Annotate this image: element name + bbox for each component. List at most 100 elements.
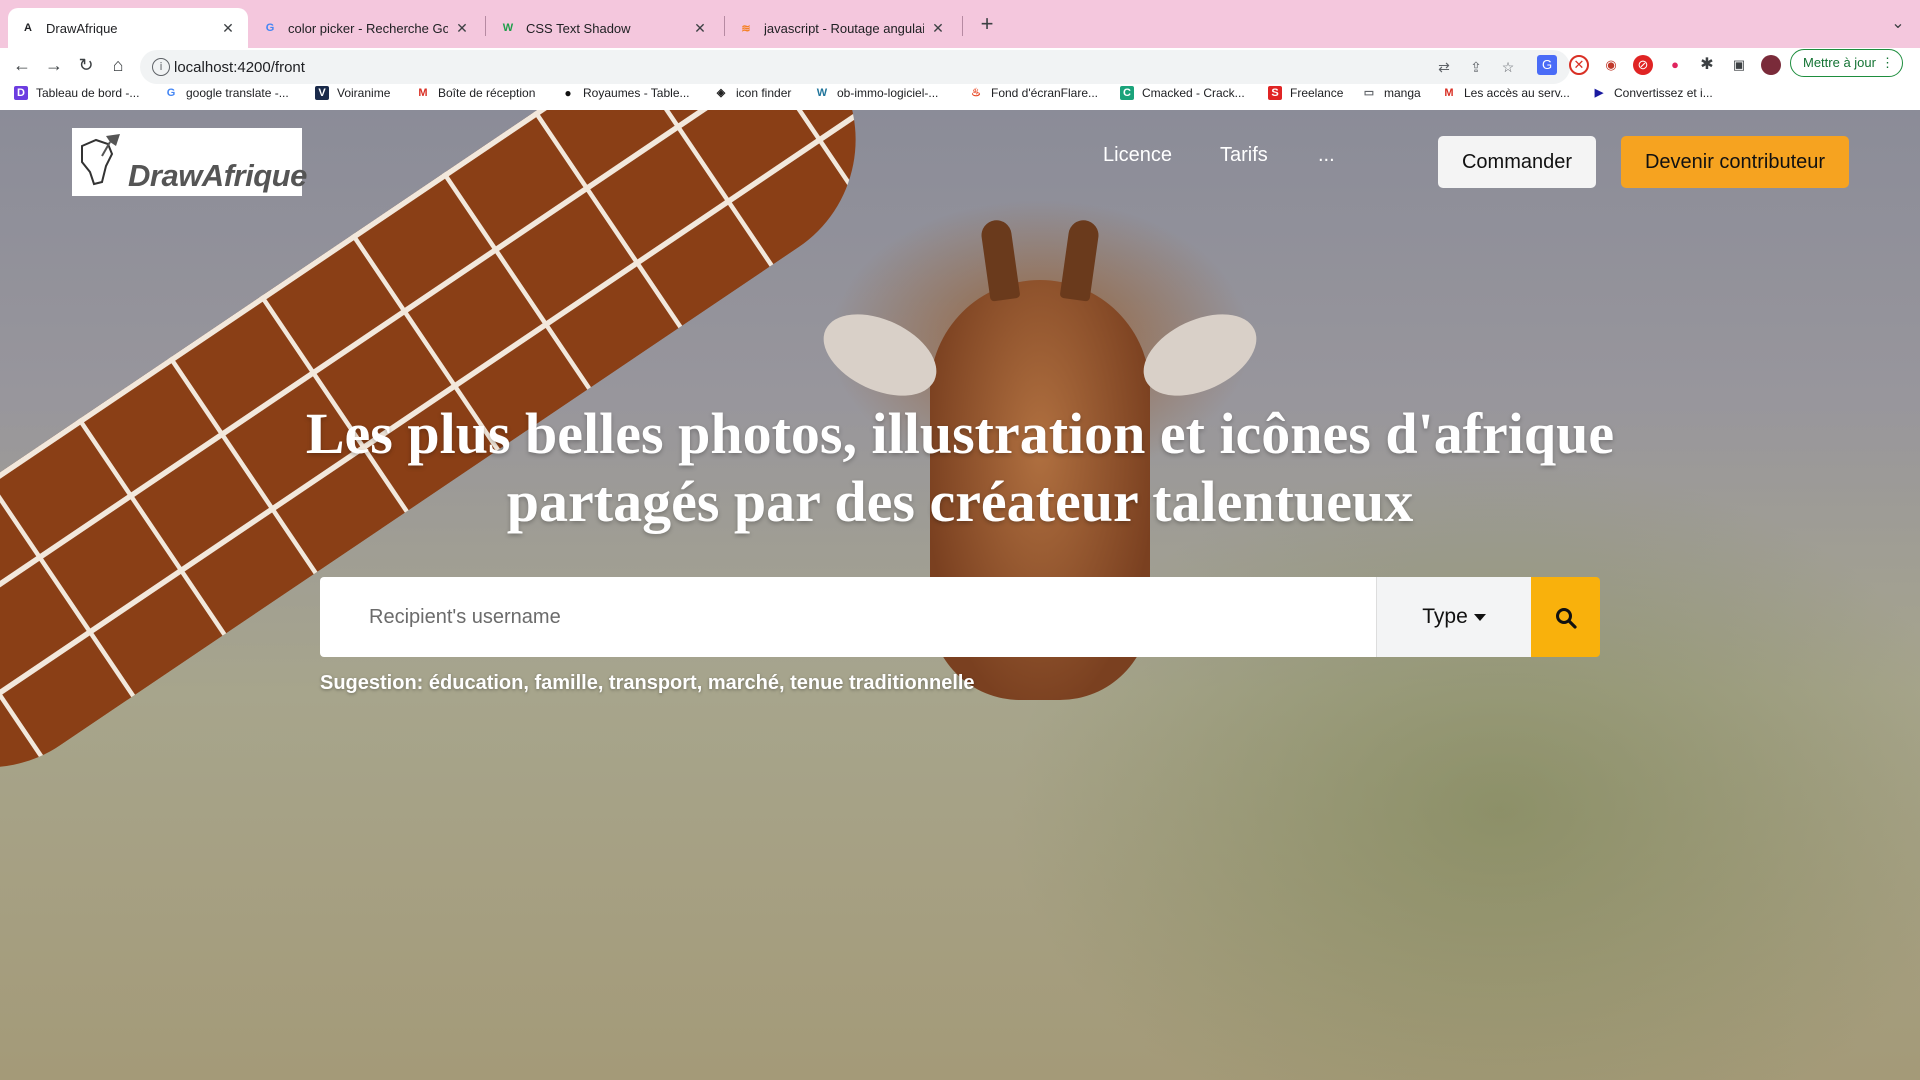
close-icon[interactable]: ✕ [692,20,708,37]
gmail-icon: M [418,87,428,99]
forward-arrow-icon[interactable]: → [40,51,68,79]
new-tab-button[interactable]: + [974,12,1000,38]
nav-more-menu[interactable]: ... [1318,144,1335,167]
tab-separator [724,16,725,36]
chevron-down-icon[interactable]: ⌄ [1886,12,1910,36]
tab-title: CSS Text Shadow [526,20,631,36]
more-vertical-icon[interactable]: ⋮ [1881,50,1894,76]
gmail-icon: M [1444,87,1454,99]
angular-icon: A [24,22,32,34]
bookmark-item[interactable]: G google translate -... [164,86,289,100]
logo-text: DrawAfrique [128,158,307,193]
google-icon: G [265,22,275,34]
close-icon[interactable]: ✕ [454,20,470,37]
tab-title: javascript - Routage angulaire [764,20,924,36]
wordpress-icon: W [816,87,828,99]
convert-icon: ▶ [1594,87,1604,99]
bookmark-label: icon finder [736,86,792,100]
translate-icon[interactable]: ⇄ [1434,57,1454,77]
address-bar[interactable]: i localhost:4200/front ⇄ ⇪ ☆ [140,50,1570,84]
adblock-extension-icon[interactable]: ⊘ [1633,55,1653,75]
bookmark-label: Convertissez et i... [1614,86,1713,100]
hero-headline: Les plus belles photos, illustration et … [300,400,1620,536]
bookmark-label: Freelance [1290,86,1344,100]
star-icon[interactable]: ☆ [1498,57,1518,77]
tab-separator [485,16,486,36]
record-extension-icon[interactable]: ● [1665,55,1685,75]
dashboard-icon: D [14,86,28,100]
bookmark-item[interactable]: C Cmacked - Crack... [1120,86,1245,100]
google-icon: G [166,87,176,99]
tab-strip: A DrawAfrique ✕ G color picker - Recherc… [0,0,1920,48]
bookmark-item[interactable]: ♨ Fond d'écranFlare... [969,86,1098,100]
hero-headline-line1: Les plus belles photos, illustration et … [305,401,1615,466]
bookmark-label: Royaumes - Table... [583,86,690,100]
bookmark-item[interactable]: ◈ icon finder [714,86,792,100]
flame-icon: ♨ [971,87,981,99]
tab-separator [962,16,963,36]
close-icon[interactable]: ✕ [930,20,946,37]
tab-javascript[interactable]: ≋ javascript - Routage angulaire ✕ [726,8,958,48]
tab-css-text-shadow[interactable]: W CSS Text Shadow ✕ [488,8,720,48]
commander-button[interactable]: Commander [1438,136,1596,188]
stackoverflow-icon: ≋ [741,22,751,35]
bookmark-label: Boîte de réception [438,86,536,100]
nav-link-tarifs[interactable]: Tarifs [1220,144,1268,167]
google-translate-extension-icon[interactable]: G [1537,55,1557,75]
bookmark-item[interactable]: D Tableau de bord -... [14,86,139,100]
bookmark-item[interactable]: ● Royaumes - Table... [561,86,690,100]
folder-icon: ▭ [1363,87,1375,99]
site-logo[interactable]: DrawAfrique [72,128,307,196]
giraffe-horn [1059,218,1101,302]
iconfinder-icon: ◈ [716,87,726,99]
rss-extension-icon[interactable]: ◉ [1601,55,1621,75]
search-bar: Type [320,577,1600,657]
reload-icon[interactable]: ↻ [72,51,100,79]
update-button[interactable]: Mettre à jour ⋮ [1790,49,1903,77]
tab-title: color picker - Recherche Goog [288,20,448,36]
bookmark-label: Tableau de bord -... [36,86,140,100]
update-button-label: Mettre à jour [1803,55,1876,70]
s-icon: S [1268,86,1282,100]
giraffe-horn [979,218,1021,302]
bookmark-item[interactable]: ▭ manga [1362,86,1421,100]
bookmark-label: Fond d'écranFlare... [991,86,1099,100]
back-arrow-icon[interactable]: ← [8,51,36,79]
bookmark-item[interactable]: M Les accès au serv... [1442,86,1569,100]
giraffe-ear [1130,297,1270,413]
bookmark-item[interactable]: V Voiranime [315,86,390,100]
giraffe-ear [810,297,950,413]
tab-color-picker[interactable]: G color picker - Recherche Goog ✕ [250,8,482,48]
search-input[interactable] [320,577,1376,657]
search-button[interactable] [1531,577,1600,657]
puzzle-extensions-icon[interactable]: ✱ [1697,55,1717,75]
bookmark-item[interactable]: M Boîte de réception [416,86,535,100]
bookmark-item[interactable]: ▶ Convertissez et i... [1592,86,1713,100]
search-icon [1556,608,1577,629]
bookmarks-bar: D Tableau de bord -... G google translat… [0,82,1920,110]
hero-headline-line2: partagés par des créateur talentueux [506,469,1414,534]
home-icon[interactable]: ⌂ [104,51,132,79]
nav-link-licence[interactable]: Licence [1103,144,1172,167]
africa-pen-logo-icon [81,134,120,186]
share-icon[interactable]: ⇪ [1466,57,1486,77]
tab-title: DrawAfrique [46,20,118,36]
url-text[interactable]: localhost:4200/front [174,59,305,76]
bookmark-label: ob-immo-logiciel-... [837,86,939,100]
tab-drawafrique[interactable]: A DrawAfrique ✕ [8,8,248,48]
caret-down-icon [1473,613,1486,621]
bookmark-label: google translate -... [186,86,289,100]
close-icon[interactable]: ✕ [220,20,236,37]
bookmark-item[interactable]: W ob-immo-logiciel-... [815,86,939,100]
site-info-icon[interactable]: i [152,58,170,76]
bookmark-item[interactable]: S Freelance [1268,86,1343,100]
va-icon: V [315,86,329,100]
type-dropdown-label: Type [1422,605,1468,628]
block-extension-icon[interactable]: ✕ [1569,55,1589,75]
devenir-contributeur-button[interactable]: Devenir contributeur [1621,136,1849,188]
type-dropdown[interactable]: Type [1376,577,1531,657]
bookmark-label: manga [1384,86,1421,100]
avatar[interactable] [1761,55,1781,75]
side-panel-icon[interactable]: ▣ [1729,55,1749,75]
browser-toolbar: ← → ↻ ⌂ i localhost:4200/front ⇄ ⇪ ☆ G ✕… [0,48,1920,84]
